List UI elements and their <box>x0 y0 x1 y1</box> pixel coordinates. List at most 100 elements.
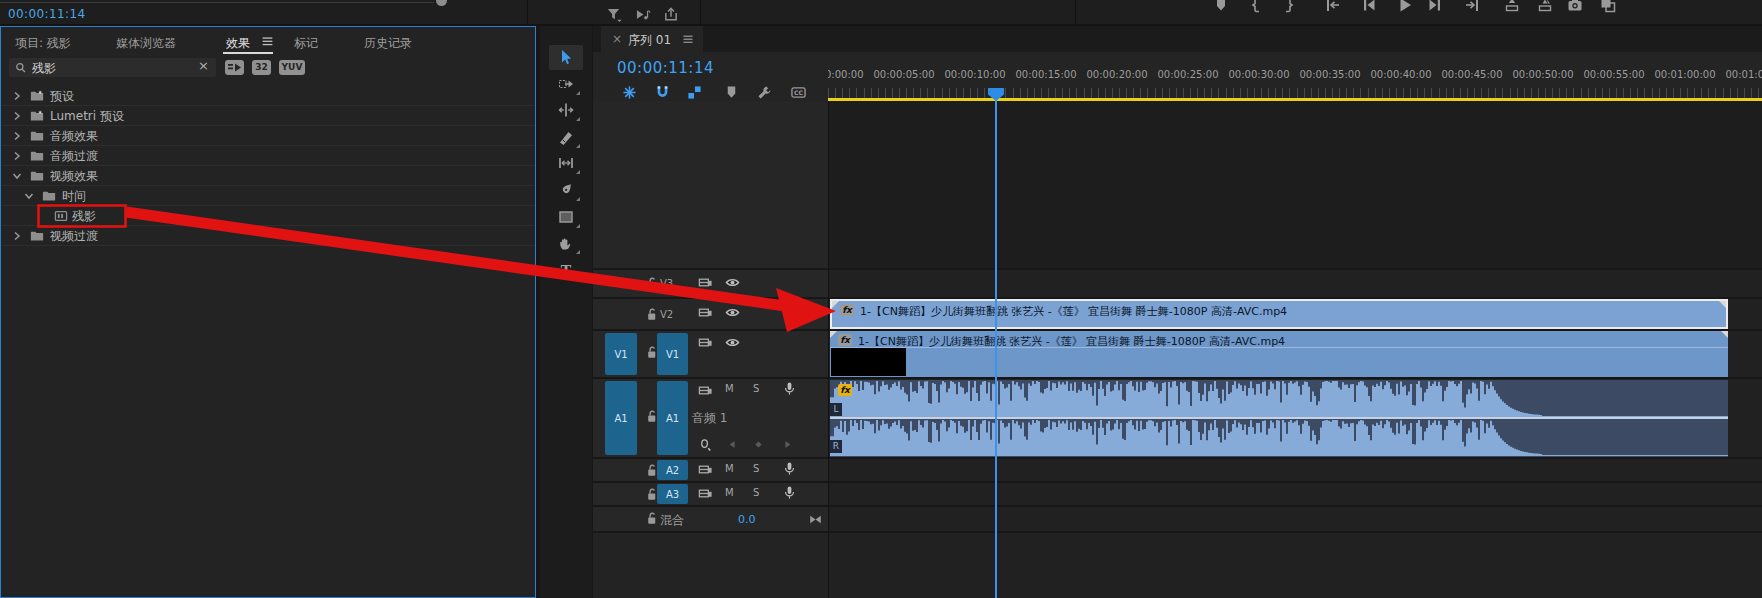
camera-icon[interactable] <box>1567 0 1583 13</box>
filter-icon[interactable] <box>606 7 622 22</box>
tool-track-select-forward[interactable] <box>549 72 583 97</box>
clip-v2[interactable]: fx1-【CN舞蹈】少儿街舞班翻跳 张艺兴 -《莲》 宜昌街舞 爵士舞-1080… <box>830 299 1728 329</box>
track-target-v1[interactable]: V1 <box>657 333 688 375</box>
yuv-effects-badge[interactable]: YUV <box>279 60 305 75</box>
tool-ripple-edit[interactable] <box>549 98 583 123</box>
tab-project[interactable]: 项目: 残影 <box>15 35 71 52</box>
lock-master-icon[interactable] <box>644 511 659 526</box>
play-icon[interactable] <box>1397 0 1413 13</box>
fx-badge[interactable]: fx <box>840 304 854 316</box>
voiceover-a2-icon[interactable] <box>782 461 797 476</box>
bracket-out-icon[interactable] <box>1280 0 1296 13</box>
track-target-a1[interactable]: A1 <box>657 381 688 455</box>
lift-icon[interactable] <box>1504 0 1520 13</box>
track-lane-a2[interactable] <box>828 459 1762 481</box>
tree-item-3[interactable]: 音频效果 <box>2 126 535 146</box>
master-fader-icon[interactable] <box>809 513 822 526</box>
tool-type[interactable]: T <box>549 258 583 283</box>
track-lane-a3[interactable] <box>828 483 1762 505</box>
clip-a1[interactable]: fx L R <box>830 380 1728 457</box>
mute-a2[interactable]: M <box>725 463 734 474</box>
accelerated-effects-badge[interactable] <box>225 60 244 75</box>
sync-lock-v2-icon[interactable] <box>698 305 713 320</box>
snap-icon[interactable] <box>655 85 670 100</box>
tree-item-1[interactable]: ★预设 <box>2 86 535 106</box>
track-label-v2[interactable]: V2 <box>660 309 673 320</box>
toggle-track-output-v1-icon[interactable] <box>725 335 740 350</box>
tool-razor[interactable] <box>549 125 583 150</box>
step-back-icon[interactable] <box>1361 0 1377 13</box>
bracket-in-icon[interactable] <box>1249 0 1265 13</box>
add-marker-icon[interactable] <box>724 85 739 100</box>
toggle-track-output-v2-icon[interactable] <box>725 305 740 320</box>
export-icon[interactable] <box>663 7 679 22</box>
tab-markers[interactable]: 标记 <box>294 35 318 52</box>
close-icon[interactable]: × <box>612 32 622 46</box>
track-label-v3[interactable]: V3 <box>660 278 673 289</box>
tool-rectangle[interactable] <box>549 205 583 230</box>
sync-lock-a2-icon[interactable] <box>698 462 713 477</box>
tree-item-2[interactable]: ★Lumetri 预设 <box>2 106 535 126</box>
source-patch-a1[interactable]: A1 <box>605 381 637 455</box>
source-patch-v1[interactable]: V1 <box>605 333 637 375</box>
monitor-zoom-knob[interactable] <box>436 0 447 6</box>
tool-slip[interactable] <box>549 151 583 176</box>
nest-icon[interactable] <box>622 85 637 100</box>
tool-pen[interactable] <box>549 178 583 203</box>
fx-badge[interactable]: fx <box>838 334 852 346</box>
goto-out-icon[interactable] <box>1464 0 1480 13</box>
chevron-right-icon[interactable] <box>12 131 22 141</box>
fx-badge-audio[interactable]: fx <box>838 384 852 396</box>
sync-lock-a3-icon[interactable] <box>698 486 713 501</box>
goto-in-icon[interactable] <box>1325 0 1341 13</box>
sync-lock-v3-icon[interactable] <box>698 275 713 290</box>
sync-lock-a1-icon[interactable] <box>698 383 713 398</box>
keyframe-a1-icon[interactable] <box>698 437 713 452</box>
time-ruler[interactable]: 00:00:00:0000:00:05:0000:00:10:0000:00:1… <box>828 52 1762 101</box>
lock-a3-icon[interactable] <box>644 487 659 502</box>
chevron-right-icon[interactable] <box>12 231 22 241</box>
tree-item-5[interactable]: 视频效果 <box>2 166 535 186</box>
tool-hand[interactable] <box>549 231 583 256</box>
track-name-a1[interactable]: 音频 1 <box>692 410 727 427</box>
mute-a3[interactable]: M <box>725 487 734 498</box>
lock-v2-icon[interactable] <box>644 307 659 322</box>
panel-menu-icon[interactable] <box>261 34 274 47</box>
tab-history[interactable]: 历史记录 <box>364 35 412 52</box>
lock-v1-icon[interactable] <box>644 345 659 360</box>
sync-lock-v1-icon[interactable] <box>698 335 713 350</box>
lock-a2-icon[interactable] <box>644 463 659 478</box>
play-audio-icon[interactable] <box>635 7 651 22</box>
tab-media-browser[interactable]: 媒体浏览器 <box>116 35 176 52</box>
marker-icon[interactable] <box>1213 0 1229 13</box>
captions-icon[interactable]: CC <box>791 85 806 100</box>
export-frame-icon[interactable] <box>1600 0 1616 13</box>
tree-item-6[interactable]: 时间 <box>2 186 535 206</box>
chevron-down-icon[interactable] <box>24 191 34 201</box>
add-keyframe-a1-icon[interactable] <box>753 439 764 450</box>
step-forward-icon[interactable] <box>1427 0 1443 13</box>
voiceover-a3-icon[interactable] <box>782 485 797 500</box>
track-target-a3[interactable]: A3 <box>657 484 688 504</box>
search-clear-icon[interactable]: × <box>198 58 209 73</box>
track-target-a2[interactable]: A2 <box>657 460 688 480</box>
prev-keyframe-a1-icon[interactable] <box>727 439 738 450</box>
linked-selection-icon[interactable] <box>687 85 702 100</box>
next-keyframe-a1-icon[interactable] <box>782 439 793 450</box>
chevron-right-icon[interactable] <box>12 111 22 121</box>
32bit-color-badge[interactable]: 32 <box>252 60 271 75</box>
panel-menu-icon[interactable] <box>682 32 694 45</box>
tab-effects[interactable]: 效果 <box>226 35 250 52</box>
tree-item-7[interactable]: 残影 <box>2 206 535 226</box>
master-value[interactable]: 0.0 <box>738 513 756 526</box>
chevron-right-icon[interactable] <box>12 91 22 101</box>
tool-selection[interactable] <box>549 45 583 70</box>
chevron-right-icon[interactable] <box>12 151 22 161</box>
chevron-down-icon[interactable] <box>12 171 22 181</box>
solo-a1[interactable]: S <box>753 383 759 394</box>
track-lane-mx[interactable] <box>828 507 1762 531</box>
track-lane-v3[interactable] <box>828 270 1762 297</box>
tree-item-4[interactable]: 音频过渡 <box>2 146 535 166</box>
lock-a1-icon[interactable] <box>644 409 659 424</box>
clip-v1[interactable]: fx1-【CN舞蹈】少儿街舞班翻跳 张艺兴 -《莲》 宜昌街舞 爵士舞-1080… <box>830 331 1728 377</box>
